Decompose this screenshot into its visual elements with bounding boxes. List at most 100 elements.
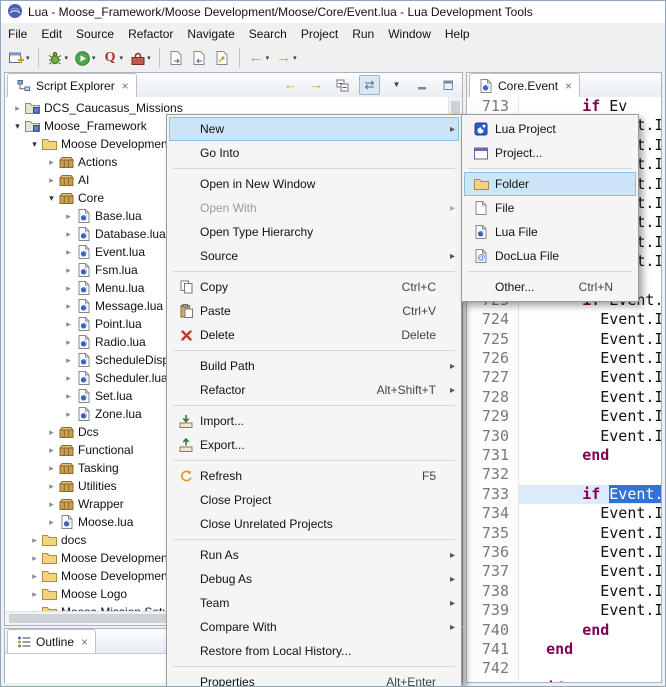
menu-help[interactable]: Help — [438, 25, 477, 43]
tab-script-explorer[interactable]: Script Explorer × — [7, 73, 137, 97]
tab-outline[interactable]: Outline × — [7, 629, 96, 653]
menu-refactor[interactable]: Refactor — [121, 25, 180, 43]
expand-arrow-icon[interactable]: ▸ — [28, 589, 41, 600]
toolbar-launch-config-button[interactable]: Q▾ — [100, 47, 126, 69]
expand-arrow-icon[interactable]: ▸ — [62, 229, 75, 240]
line-number[interactable]: 733 — [467, 485, 519, 504]
context-menu-item-team[interactable]: Team▸ — [169, 591, 459, 615]
toolbar-last-edit-location-button[interactable] — [212, 47, 233, 69]
line-number[interactable]: 735 — [467, 524, 519, 543]
new-submenu-item-file[interactable]: File — [464, 196, 636, 220]
context-menu-item-export[interactable]: Export... — [169, 433, 459, 457]
expand-arrow-icon[interactable]: ▸ — [62, 211, 75, 222]
expand-arrow-icon[interactable]: ▸ — [62, 319, 75, 330]
line-number[interactable]: 725 — [467, 330, 519, 349]
line-number[interactable]: 728 — [467, 388, 519, 407]
expand-arrow-icon[interactable]: ▸ — [45, 481, 58, 492]
context-menu-item-build-path[interactable]: Build Path▸ — [169, 354, 459, 378]
context-menu-item-delete[interactable]: DeleteDelete — [169, 323, 459, 347]
context-menu-item-close-unrelated-projects[interactable]: Close Unrelated Projects — [169, 512, 459, 536]
context-menu-item-refactor[interactable]: RefactorAlt+Shift+T▸ — [169, 378, 459, 402]
close-icon[interactable]: × — [122, 79, 129, 93]
menu-source[interactable]: Source — [69, 25, 121, 43]
expand-arrow-icon[interactable]: ▸ — [11, 103, 24, 114]
context-menu-item-source[interactable]: Source▸ — [169, 244, 459, 268]
tab-core-event[interactable]: Core.Event × — [469, 73, 580, 97]
line-number[interactable]: 742 — [467, 659, 519, 678]
menu-navigate[interactable]: Navigate — [180, 25, 241, 43]
context-menu-item-restore-from-local-history[interactable]: Restore from Local History... — [169, 639, 459, 663]
titlebar[interactable]: Lua - Moose_Framework/Moose Development/… — [1, 1, 665, 23]
context-menu-item-refresh[interactable]: RefreshF5 — [169, 464, 459, 488]
dropdown-arrow-icon[interactable]: ▾ — [92, 54, 96, 62]
new-submenu-item-other[interactable]: Other...Ctrl+N — [464, 275, 636, 299]
new-submenu-item-project[interactable]: Project... — [464, 141, 636, 165]
dropdown-arrow-icon[interactable]: ▾ — [293, 54, 297, 62]
line-number[interactable]: 740 — [467, 621, 519, 640]
expand-arrow-icon[interactable]: ▸ — [28, 535, 41, 546]
line-number[interactable]: 738 — [467, 582, 519, 601]
toolbar-back-button[interactable]: ←▾ — [246, 47, 272, 69]
dropdown-arrow-icon[interactable]: ▾ — [266, 54, 270, 62]
close-icon[interactable]: × — [565, 79, 572, 93]
line-number[interactable]: 730 — [467, 427, 519, 446]
expand-arrow-icon[interactable]: ▸ — [45, 499, 58, 510]
dropdown-arrow-icon[interactable]: ▾ — [120, 54, 124, 62]
expand-arrow-icon[interactable]: ▾ — [45, 193, 58, 204]
line-number[interactable]: 741 — [467, 640, 519, 659]
line-number[interactable]: 736 — [467, 543, 519, 562]
expand-arrow-icon[interactable]: ▸ — [45, 463, 58, 474]
expand-arrow-icon[interactable]: ▸ — [62, 283, 75, 294]
expand-arrow-icon[interactable]: ▸ — [28, 571, 41, 582]
menu-project[interactable]: Project — [294, 25, 345, 43]
expand-arrow-icon[interactable]: ▸ — [62, 247, 75, 258]
expand-arrow-icon[interactable]: ▸ — [45, 175, 58, 186]
view-toolbar-minimize-button[interactable] — [413, 76, 432, 94]
line-number[interactable]: 743 — [467, 679, 519, 682]
expand-arrow-icon[interactable]: ▸ — [62, 409, 75, 420]
menu-edit[interactable]: Edit — [34, 25, 69, 43]
view-toolbar-view-menu-button[interactable]: ▼ — [387, 76, 406, 94]
new-submenu-item-doclua-file[interactable]: @DocLua File — [464, 244, 636, 268]
line-number[interactable]: 737 — [467, 562, 519, 581]
menu-search[interactable]: Search — [242, 25, 294, 43]
close-icon[interactable]: × — [81, 635, 88, 649]
dropdown-arrow-icon[interactable]: ▾ — [65, 54, 69, 62]
scrollbar-thumb[interactable] — [9, 614, 189, 623]
context-menu-item-open-type-hierarchy[interactable]: Open Type Hierarchy — [169, 220, 459, 244]
context-menu-item-compare-with[interactable]: Compare With▸ — [169, 615, 459, 639]
toolbar-external-tools-button[interactable]: ▾ — [127, 47, 153, 69]
line-number[interactable]: 739 — [467, 601, 519, 620]
context-menu-item-paste[interactable]: PasteCtrl+V — [169, 299, 459, 323]
toolbar-forward-button[interactable]: →▾ — [273, 47, 299, 69]
context-menu-item-copy[interactable]: CopyCtrl+C — [169, 275, 459, 299]
toolbar-new-wizard-button[interactable]: ▾ — [6, 47, 32, 69]
new-submenu-item-folder[interactable]: Folder — [464, 172, 636, 196]
context-menu-item-run-as[interactable]: Run As▸ — [169, 543, 459, 567]
expand-arrow-icon[interactable]: ▾ — [11, 121, 24, 132]
expand-arrow-icon[interactable]: ▸ — [62, 391, 75, 402]
context-menu-item-go-into[interactable]: Go Into — [169, 141, 459, 165]
view-toolbar-link-editor-button[interactable]: ⇄ — [359, 75, 380, 95]
toolbar-debug-button[interactable]: ▾ — [45, 47, 71, 69]
view-toolbar-forward-nav-button[interactable]: → — [307, 76, 326, 94]
line-number[interactable]: 729 — [467, 407, 519, 426]
line-number[interactable]: 726 — [467, 349, 519, 368]
context-menu-item-open-in-new-window[interactable]: Open in New Window — [169, 172, 459, 196]
expand-arrow-icon[interactable]: ▸ — [45, 157, 58, 168]
line-number[interactable]: 734 — [467, 504, 519, 523]
expand-arrow-icon[interactable]: ▸ — [62, 265, 75, 276]
expand-arrow-icon[interactable]: ▸ — [45, 427, 58, 438]
expand-arrow-icon[interactable]: ▸ — [45, 445, 58, 456]
toolbar-run-button[interactable]: ▾ — [72, 47, 98, 69]
line-number[interactable]: 731 — [467, 446, 519, 465]
expand-arrow-icon[interactable]: ▸ — [45, 517, 58, 528]
line-number[interactable]: 732 — [467, 465, 519, 484]
expand-arrow-icon[interactable]: ▸ — [62, 355, 75, 366]
expand-arrow-icon[interactable]: ▸ — [62, 337, 75, 348]
expand-arrow-icon[interactable]: ▾ — [28, 139, 41, 150]
expand-arrow-icon[interactable]: ▸ — [28, 553, 41, 564]
menu-window[interactable]: Window — [381, 25, 438, 43]
menu-run[interactable]: Run — [345, 25, 381, 43]
view-toolbar-collapse-all-button[interactable] — [333, 76, 352, 94]
